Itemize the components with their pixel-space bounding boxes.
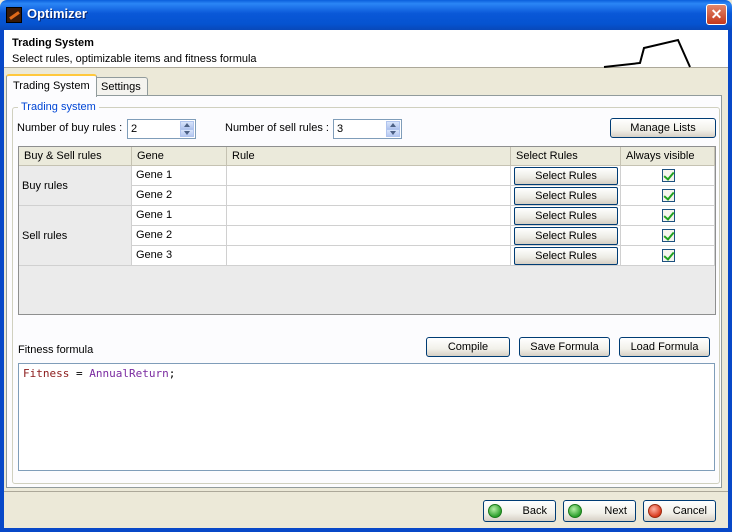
column-header[interactable]: Buy & Sell rules bbox=[19, 147, 132, 166]
always-visible-checkbox[interactable] bbox=[662, 169, 675, 182]
column-header[interactable]: Gene bbox=[132, 147, 227, 166]
gene-cell: Gene 1 bbox=[132, 166, 227, 186]
manage-lists-button[interactable]: Manage Lists bbox=[610, 118, 716, 138]
cancel-button[interactable]: Cancel bbox=[643, 500, 716, 522]
code-variable: Fitness bbox=[23, 367, 70, 380]
column-header[interactable]: Rule bbox=[227, 147, 511, 166]
fitness-formula-editor[interactable]: Fitness = AnnualReturn; bbox=[18, 363, 715, 471]
gene-cell: Gene 2 bbox=[132, 186, 227, 206]
cancel-label: Cancel bbox=[672, 505, 707, 517]
window-frame-bottom bbox=[0, 528, 732, 532]
rule-cell[interactable] bbox=[227, 166, 511, 186]
spin-down-icon[interactable] bbox=[386, 129, 400, 137]
buy-rules-count-spinner[interactable]: 2 bbox=[127, 119, 196, 139]
row-group-sell-rules: Sell rules bbox=[19, 206, 132, 266]
spin-down-icon[interactable] bbox=[180, 129, 194, 137]
column-header[interactable]: Select Rules bbox=[511, 147, 621, 166]
back-label: Back bbox=[522, 505, 547, 517]
select-rules-button[interactable]: Select Rules bbox=[514, 207, 618, 225]
header-illustration-icon bbox=[603, 38, 691, 68]
select-rules-button[interactable]: Select Rules bbox=[514, 247, 618, 265]
always-visible-checkbox[interactable] bbox=[662, 249, 675, 262]
header-title: Trading System bbox=[12, 37, 94, 49]
tab-settings[interactable]: Settings bbox=[94, 77, 148, 96]
cancel-x-icon bbox=[648, 504, 662, 518]
rule-cell[interactable] bbox=[227, 206, 511, 226]
rules-table: Buy & Sell rules Gene Rule Select Rules … bbox=[18, 146, 716, 315]
save-formula-button[interactable]: Save Formula bbox=[519, 337, 610, 357]
column-header[interactable]: Always visible bbox=[621, 147, 715, 166]
always-visible-checkbox[interactable] bbox=[662, 209, 675, 222]
window-frame-left bbox=[0, 30, 4, 532]
gene-cell: Gene 1 bbox=[132, 206, 227, 226]
title-bar: Optimizer ✕ bbox=[0, 0, 732, 30]
spin-up-icon[interactable] bbox=[386, 121, 400, 129]
buy-rules-count-value: 2 bbox=[131, 123, 138, 135]
fitness-formula-label: Fitness formula bbox=[18, 344, 94, 356]
select-rules-button[interactable]: Select Rules bbox=[514, 187, 618, 205]
compile-button[interactable]: Compile bbox=[426, 337, 510, 357]
spin-up-icon[interactable] bbox=[180, 121, 194, 129]
back-arrow-icon bbox=[488, 504, 502, 518]
window-title: Optimizer bbox=[27, 6, 87, 21]
back-button[interactable]: Back bbox=[483, 500, 556, 522]
code-terminator: ; bbox=[168, 367, 176, 380]
always-visible-checkbox[interactable] bbox=[662, 229, 675, 242]
window-frame-right bbox=[728, 30, 732, 532]
group-legend: Trading system bbox=[18, 101, 99, 113]
rule-cell[interactable] bbox=[227, 226, 511, 246]
header-subtitle: Select rules, optimizable items and fitn… bbox=[12, 53, 257, 65]
sell-rules-count-spinner[interactable]: 3 bbox=[333, 119, 402, 139]
app-icon bbox=[6, 7, 22, 23]
sell-rules-count-label: Number of sell rules : bbox=[225, 122, 329, 134]
row-group-buy-rules: Buy rules bbox=[19, 166, 132, 206]
tab-trading-system[interactable]: Trading System bbox=[6, 74, 97, 97]
buy-rules-count-label: Number of buy rules : bbox=[17, 122, 123, 134]
close-button[interactable]: ✕ bbox=[706, 4, 727, 25]
footer-separator bbox=[4, 491, 728, 492]
wizard-header: Trading System Select rules, optimizable… bbox=[4, 30, 728, 68]
next-label: Next bbox=[604, 505, 627, 517]
select-rules-button[interactable]: Select Rules bbox=[514, 167, 618, 185]
rule-cell[interactable] bbox=[227, 186, 511, 206]
gene-cell: Gene 2 bbox=[132, 226, 227, 246]
next-arrow-icon bbox=[568, 504, 582, 518]
rule-cell[interactable] bbox=[227, 246, 511, 266]
load-formula-button[interactable]: Load Formula bbox=[619, 337, 710, 357]
code-operator: = bbox=[69, 367, 90, 380]
always-visible-checkbox[interactable] bbox=[662, 189, 675, 202]
code-function: AnnualReturn bbox=[89, 367, 169, 380]
next-button[interactable]: Next bbox=[563, 500, 636, 522]
sell-rules-count-value: 3 bbox=[337, 123, 344, 135]
select-rules-button[interactable]: Select Rules bbox=[514, 227, 618, 245]
gene-cell: Gene 3 bbox=[132, 246, 227, 266]
